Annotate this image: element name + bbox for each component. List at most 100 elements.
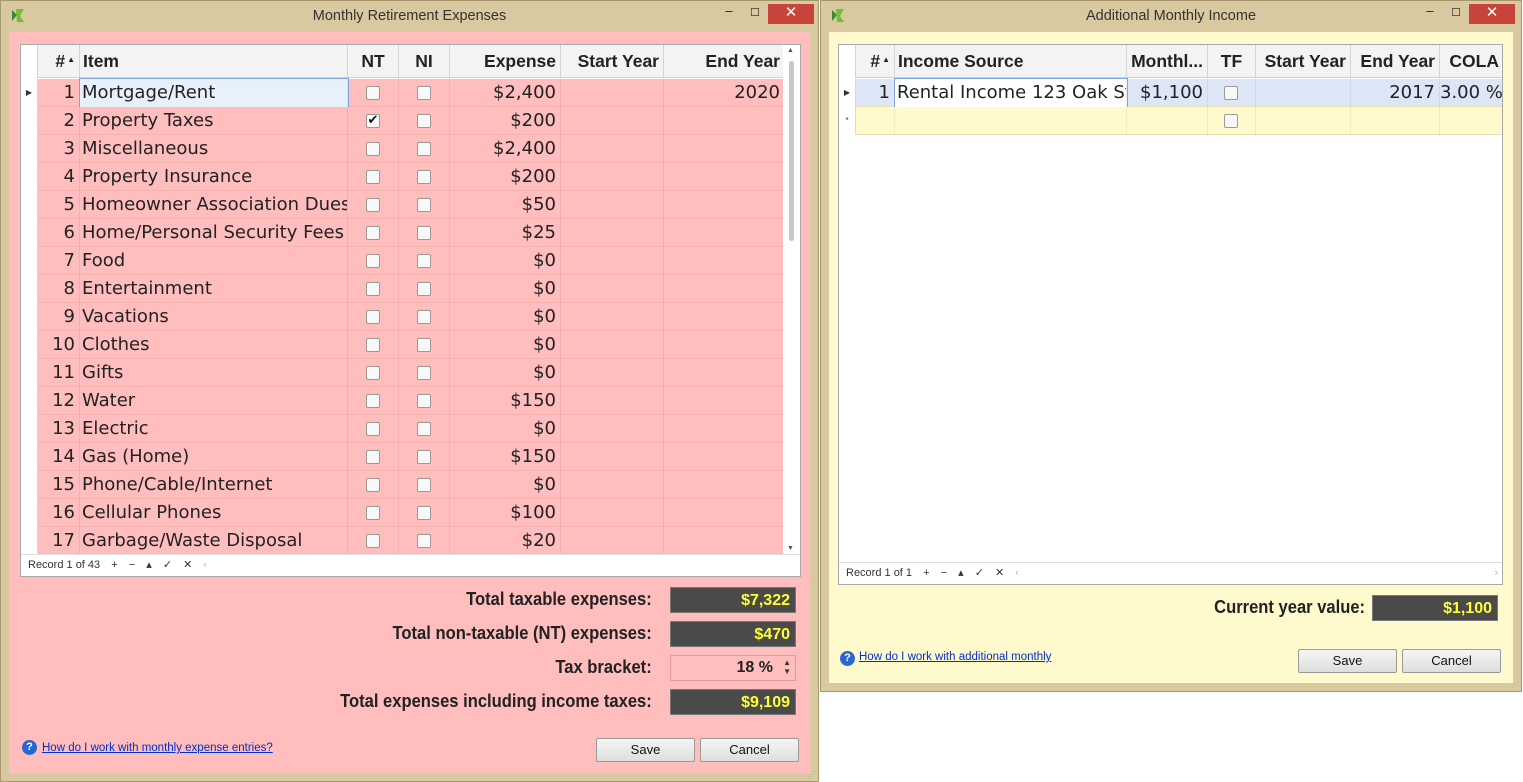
move-up-icon[interactable]: ▴ (146, 559, 152, 571)
source-cell[interactable]: Rental Income 123 Oak St (894, 78, 1128, 108)
row-selector[interactable] (21, 359, 38, 387)
close-button[interactable]: ✕ (768, 4, 814, 24)
add-record-icon[interactable]: + (111, 559, 117, 571)
col-ni-header[interactable]: NI (399, 45, 450, 78)
table-row[interactable]: 3 Miscellaneous $2,400 (21, 135, 785, 163)
scroll-down-icon[interactable]: ▼ (787, 545, 794, 552)
start-year-cell[interactable] (1256, 107, 1351, 135)
monthly-cell[interactable] (1127, 107, 1208, 135)
col-tf-header[interactable]: TF (1208, 45, 1256, 78)
item-cell[interactable]: Miscellaneous (80, 135, 348, 163)
tax-bracket-spinner[interactable]: 18 % ▲ ▼ (670, 655, 796, 681)
table-row[interactable]: 7 Food $0 (21, 247, 785, 275)
item-cell[interactable]: Entertainment (80, 275, 348, 303)
start-year-cell[interactable] (561, 471, 664, 499)
table-row[interactable]: 16 Cellular Phones $100 (21, 499, 785, 527)
expense-cell[interactable]: $2,400 (450, 79, 561, 107)
add-record-icon[interactable]: + (923, 567, 929, 579)
nt-checkbox[interactable] (366, 478, 380, 492)
maximize-button[interactable]: ☐ (1443, 4, 1469, 24)
nt-checkbox[interactable] (366, 170, 380, 184)
cola-cell[interactable] (1440, 107, 1502, 135)
monthly-cell[interactable]: $1,100 (1127, 79, 1208, 107)
expense-cell[interactable]: $0 (450, 359, 561, 387)
end-year-cell[interactable] (664, 219, 785, 247)
save-button[interactable]: Save (1298, 649, 1397, 673)
row-selector[interactable] (21, 191, 38, 219)
row-selector[interactable] (21, 331, 38, 359)
minimize-button[interactable]: ‒ (1417, 4, 1443, 24)
row-selector[interactable] (21, 499, 38, 527)
end-year-cell[interactable] (664, 275, 785, 303)
table-row[interactable]: 10 Clothes $0 (21, 331, 785, 359)
new-row[interactable]: * (839, 107, 1502, 135)
start-year-cell[interactable] (561, 79, 664, 107)
item-cell[interactable]: Property Insurance (80, 163, 348, 191)
row-selector[interactable] (21, 443, 38, 471)
row-selector[interactable] (21, 303, 38, 331)
ni-checkbox[interactable] (417, 170, 431, 184)
ni-checkbox[interactable] (417, 478, 431, 492)
expense-cell[interactable]: $0 (450, 471, 561, 499)
end-year-cell[interactable] (664, 471, 785, 499)
expense-cell[interactable]: $200 (450, 163, 561, 191)
start-year-cell[interactable] (561, 359, 664, 387)
col-item-header[interactable]: Item (80, 45, 348, 78)
end-year-cell[interactable]: 2020 (664, 79, 785, 107)
resize-grip-icon[interactable]: ⋰ (1511, 680, 1519, 689)
expense-cell[interactable]: $100 (450, 499, 561, 527)
ni-checkbox[interactable] (417, 254, 431, 268)
item-cell[interactable]: Vacations (80, 303, 348, 331)
ni-checkbox[interactable] (417, 506, 431, 520)
start-year-cell[interactable] (561, 135, 664, 163)
row-selector[interactable] (21, 219, 38, 247)
table-row[interactable]: 13 Electric $0 (21, 415, 785, 443)
start-year-cell[interactable] (561, 107, 664, 135)
expense-cell[interactable]: $150 (450, 443, 561, 471)
end-year-cell[interactable] (664, 415, 785, 443)
ni-checkbox[interactable] (417, 338, 431, 352)
expense-cell[interactable]: $20 (450, 527, 561, 555)
nt-checkbox[interactable] (366, 86, 380, 100)
end-year-cell[interactable] (664, 387, 785, 415)
cancel-button[interactable]: Cancel (700, 738, 799, 762)
ni-checkbox[interactable] (417, 282, 431, 296)
end-year-cell[interactable] (1351, 107, 1440, 135)
spinner-arrows-icon[interactable]: ▲ ▼ (783, 658, 791, 676)
ni-checkbox[interactable] (417, 86, 431, 100)
item-cell[interactable]: Homeowner Association Dues (80, 191, 348, 219)
help-icon[interactable]: ? (22, 740, 37, 755)
expense-cell[interactable]: $200 (450, 107, 561, 135)
start-year-cell[interactable] (561, 275, 664, 303)
table-row[interactable]: 14 Gas (Home) $150 (21, 443, 785, 471)
start-year-cell[interactable] (561, 527, 664, 555)
end-year-cell[interactable] (664, 107, 785, 135)
end-year-cell[interactable] (664, 191, 785, 219)
col-source-header[interactable]: Income Source (895, 45, 1127, 78)
remove-record-icon[interactable]: − (129, 559, 135, 571)
tf-checkbox[interactable] (1224, 114, 1238, 128)
help-link[interactable]: How do I work with additional monthly (859, 651, 1051, 663)
expense-cell[interactable]: $0 (450, 331, 561, 359)
source-cell[interactable] (895, 107, 1127, 135)
ni-checkbox[interactable] (417, 310, 431, 324)
table-row[interactable]: 2 Property Taxes ✔ $200 (21, 107, 785, 135)
nt-checkbox[interactable] (366, 198, 380, 212)
item-cell[interactable]: Clothes (80, 331, 348, 359)
help-link[interactable]: How do I work with monthly expense entri… (42, 742, 273, 754)
nt-checkbox[interactable] (366, 450, 380, 464)
nt-checkbox[interactable] (366, 366, 380, 380)
start-year-cell[interactable] (561, 303, 664, 331)
scroll-thumb[interactable] (789, 61, 794, 241)
move-up-icon[interactable]: ▴ (958, 567, 964, 579)
tf-checkbox[interactable] (1224, 86, 1238, 100)
start-year-cell[interactable] (561, 163, 664, 191)
item-cell[interactable]: Property Taxes (80, 107, 348, 135)
col-num-header[interactable]: # ▲ (856, 45, 895, 78)
cola-cell[interactable]: 3.00 % (1440, 79, 1502, 107)
ni-checkbox[interactable] (417, 198, 431, 212)
end-year-cell[interactable] (664, 247, 785, 275)
end-year-cell[interactable] (664, 303, 785, 331)
resize-grip-icon[interactable]: ⋰ (808, 770, 816, 779)
col-end-header[interactable]: End Year (664, 45, 785, 78)
